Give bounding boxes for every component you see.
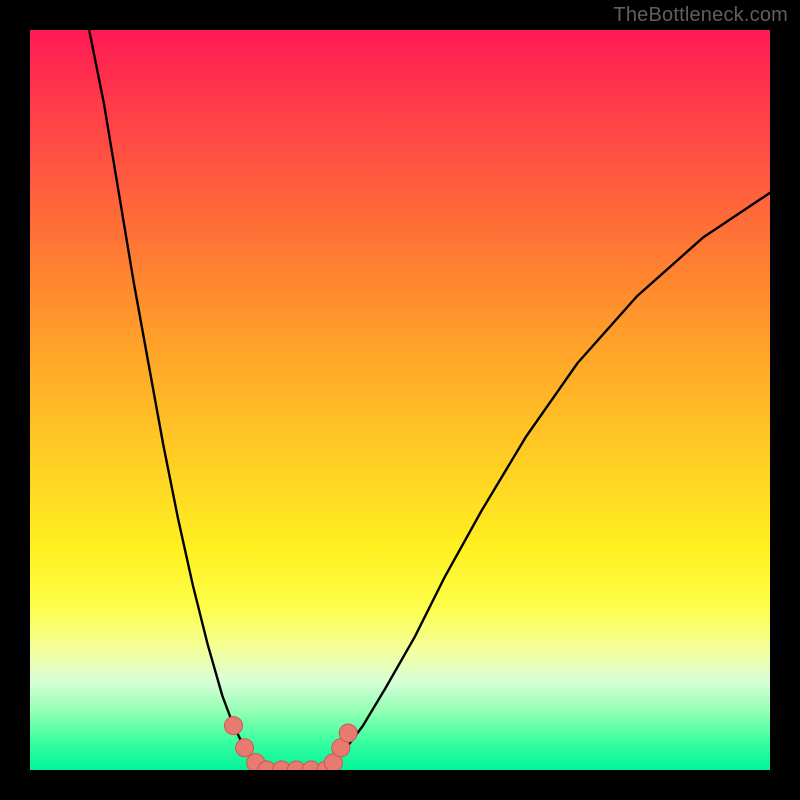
- watermark-text: TheBottleneck.com: [613, 4, 788, 27]
- curve-marker: [339, 724, 357, 742]
- curve-markers: [225, 717, 358, 770]
- curve-marker: [236, 739, 254, 757]
- curve-marker: [225, 717, 243, 735]
- outer-frame: TheBottleneck.com: [0, 0, 800, 800]
- curve-layer: [30, 30, 770, 770]
- bottleneck-curve: [89, 30, 770, 770]
- curve-path: [89, 30, 770, 770]
- plot-area: [30, 30, 770, 770]
